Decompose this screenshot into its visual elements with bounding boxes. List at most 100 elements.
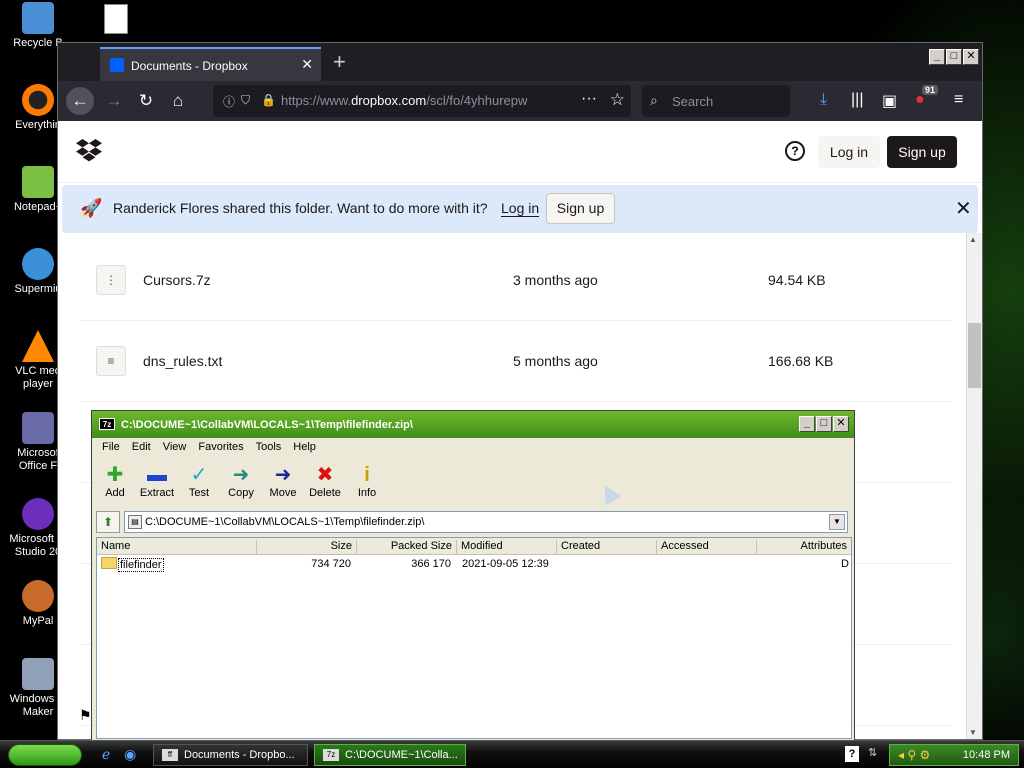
- copy-button[interactable]: ➜ Copy: [220, 463, 262, 499]
- lock-icon[interactable]: 🔒: [261, 93, 276, 107]
- tab-dropbox[interactable]: Documents - Dropbox ✕: [100, 47, 321, 81]
- tool-label: Extract: [139, 487, 175, 499]
- file-name[interactable]: dns_rules.txt: [143, 353, 222, 369]
- extract-icon: ▬: [147, 464, 167, 486]
- column-accessed[interactable]: Accessed: [657, 540, 757, 555]
- close-banner-icon[interactable]: ✕: [955, 196, 972, 221]
- signup-button[interactable]: Sign up: [887, 136, 957, 168]
- column-modified[interactable]: Modified: [457, 540, 557, 555]
- minimize-button[interactable]: _: [929, 49, 945, 65]
- network-tray-icon[interactable]: ⇅: [868, 746, 877, 759]
- column-packed-size[interactable]: Packed Size: [357, 540, 457, 555]
- folder-icon: [101, 557, 117, 569]
- url-bar[interactable]: ⓘ ⛉ 🔒 https://www.dropbox.com/scl/fo/4yh…: [213, 85, 631, 117]
- menu-favorites[interactable]: Favorites: [192, 438, 249, 458]
- column-attributes[interactable]: Attributes: [757, 540, 851, 555]
- taskbar-item-7zip[interactable]: 7z C:\DOCUME~1\Colla...: [314, 744, 466, 766]
- 7zip-menu-bar: File Edit View Favorites Tools Help: [92, 438, 854, 458]
- info-button[interactable]: i Info: [346, 463, 388, 499]
- tool-label: Delete: [309, 487, 341, 499]
- delete-button[interactable]: ✖ Delete: [304, 463, 346, 499]
- menu-help[interactable]: Help: [287, 438, 322, 458]
- maximize-button[interactable]: □: [816, 416, 832, 432]
- desktop-icon-document[interactable]: [104, 4, 128, 34]
- menu-edit[interactable]: Edit: [126, 438, 157, 458]
- folder-up-button[interactable]: ⬆: [96, 511, 120, 533]
- menu-tools[interactable]: Tools: [250, 438, 288, 458]
- column-name[interactable]: Name: [97, 540, 257, 555]
- help-icon[interactable]: ?: [785, 141, 805, 161]
- quick-launch-icon[interactable]: ◉: [124, 746, 136, 763]
- taskbar-item-dropbox[interactable]: ff Documents - Dropbo...: [153, 744, 308, 766]
- close-tab-icon[interactable]: ✕: [301, 56, 313, 73]
- library-icon[interactable]: |||: [851, 91, 863, 109]
- move-button[interactable]: ➜ Move: [262, 463, 304, 499]
- search-bar[interactable]: ⌕ Search: [642, 85, 790, 117]
- reload-button[interactable]: ↻: [132, 87, 160, 115]
- test-icon: ✓: [190, 464, 208, 486]
- banner-message: Randerick Flores shared this folder. Wan…: [113, 200, 488, 216]
- help-tray-icon[interactable]: ?: [845, 746, 859, 762]
- sidebar-icon[interactable]: ▣: [882, 91, 897, 111]
- scroll-down-icon[interactable]: ▼: [969, 728, 977, 737]
- notepad-icon: [22, 166, 54, 198]
- page-scrollbar[interactable]: ▲ ▼: [966, 233, 982, 739]
- new-tab-button[interactable]: +: [333, 51, 346, 73]
- banner-login-link[interactable]: Log in: [501, 200, 540, 217]
- shield-icon[interactable]: ⛉: [241, 93, 250, 108]
- url-text: https://www.dropbox.com/scl/fo/4yhhurepw: [281, 93, 528, 108]
- file-name[interactable]: Cursors.7z: [143, 272, 211, 288]
- menu-view[interactable]: View: [157, 438, 193, 458]
- 7zip-title-bar[interactable]: 7z C:\DOCUME~1\CollabVM\LOCALS~1\Temp\fi…: [92, 411, 854, 438]
- internet-explorer-icon[interactable]: ℯ: [102, 746, 110, 763]
- office-icon: [22, 412, 54, 444]
- tab-bar: Documents - Dropbox ✕ + _ □ ✕: [58, 43, 982, 81]
- minimize-button[interactable]: _: [799, 416, 815, 432]
- extract-button[interactable]: ▬ Extract: [136, 463, 178, 499]
- file-modified: 3 months ago: [513, 272, 598, 288]
- clock[interactable]: 10:48 PM: [963, 749, 1010, 761]
- row-attributes: D: [841, 558, 849, 570]
- chevron-down-icon[interactable]: ▼: [829, 514, 845, 530]
- ublock-badge: 91: [922, 85, 939, 95]
- close-window-button[interactable]: ✕: [833, 416, 849, 432]
- flag-icon[interactable]: ⚑: [79, 707, 92, 724]
- row-packed-size: 366 170: [411, 558, 451, 570]
- dropbox-logo-icon[interactable]: [76, 139, 102, 163]
- downloads-icon[interactable]: ⤓: [820, 91, 827, 109]
- home-button[interactable]: ⌂: [164, 87, 192, 115]
- banner-signup-button[interactable]: Sign up: [546, 193, 615, 224]
- column-created[interactable]: Created: [557, 540, 657, 555]
- 7zip-app-icon: 7z: [99, 418, 115, 430]
- start-button[interactable]: [8, 744, 82, 766]
- scrollbar-thumb[interactable]: [968, 323, 981, 388]
- tray-icons[interactable]: ◂ ⚲ ⚙: [898, 748, 930, 762]
- everything-icon: [22, 84, 54, 116]
- address-field[interactable]: ▤ C:\DOCUME~1\CollabVM\LOCALS~1\Temp\fil…: [124, 511, 848, 533]
- menu-icon[interactable]: ≡: [954, 91, 963, 109]
- search-placeholder: Search: [672, 94, 714, 109]
- shared-folder-banner: 🚀 Randerick Flores shared this folder. W…: [62, 185, 978, 233]
- vlc-icon: [22, 330, 54, 362]
- add-button[interactable]: ✚ Add: [94, 463, 136, 499]
- navigation-bar: ← → ↻ ⌂ ⓘ ⛉ 🔒 https://www.dropbox.com/sc…: [58, 81, 982, 121]
- file-row[interactable]: ⋮ Cursors.7z 3 months ago 94.54 KB: [80, 240, 952, 321]
- movie-maker-icon: [22, 658, 54, 690]
- bookmark-star-icon[interactable]: ☆: [610, 90, 625, 110]
- page-actions-icon[interactable]: ···: [581, 90, 597, 108]
- file-row[interactable]: ≡ dns_rules.txt 5 months ago 166.68 KB: [80, 321, 952, 402]
- forward-button[interactable]: →: [100, 87, 128, 115]
- close-window-button[interactable]: ✕: [963, 49, 979, 65]
- table-row[interactable]: filefinder 734 720 366 170 2021-09-05 12…: [97, 556, 851, 572]
- tab-title: Documents - Dropbox: [131, 59, 248, 73]
- info-icon[interactable]: ⓘ: [223, 93, 235, 110]
- info-icon: i: [364, 464, 370, 486]
- column-size[interactable]: Size: [257, 540, 357, 555]
- scroll-up-icon[interactable]: ▲: [969, 235, 977, 244]
- login-button[interactable]: Log in: [818, 136, 880, 168]
- back-button[interactable]: ←: [66, 87, 94, 115]
- maximize-button[interactable]: □: [946, 49, 962, 65]
- menu-file[interactable]: File: [96, 438, 126, 458]
- 7zip-window: 7z C:\DOCUME~1\CollabVM\LOCALS~1\Temp\fi…: [91, 410, 855, 742]
- test-button[interactable]: ✓ Test: [178, 463, 220, 499]
